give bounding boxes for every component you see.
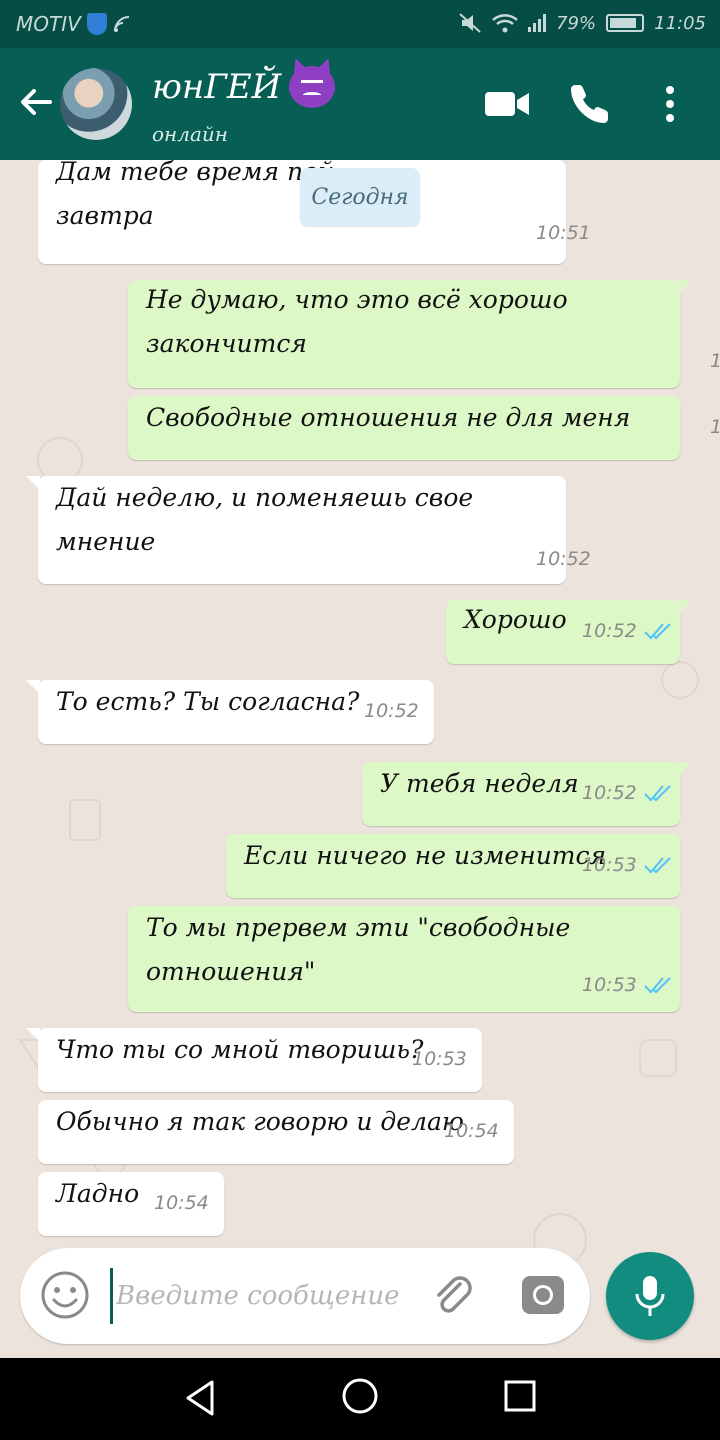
message-time: 10:53	[582, 974, 637, 996]
status-bar-right: 79% 11:05	[458, 12, 706, 34]
message-composer	[20, 1248, 590, 1344]
message-text: Дай неделю, и поменяешь свое	[56, 483, 474, 512]
message-time: 10:52	[536, 548, 591, 570]
contact-status: онлайн	[152, 122, 228, 146]
incoming-message[interactable]: Ладно 10:54	[38, 1172, 224, 1236]
chat-area[interactable]: Дам тебе время пой завтра 10:51 Не думаю, …	[0, 160, 720, 1360]
message-time: 10:54	[444, 1120, 499, 1142]
system-nav-bar	[0, 1358, 720, 1440]
contact-name[interactable]: юнГЕЙ	[152, 66, 336, 108]
incoming-message[interactable]: Дай неделю, и поменяешь свое мнение 10:52	[26, 476, 591, 584]
message-text: Дам тебе время пой	[56, 160, 335, 186]
message-time: 10:53	[582, 854, 637, 876]
message-text: Ладно	[56, 1179, 140, 1208]
message-time: 10:54	[154, 1192, 209, 1214]
message-text: Хорошо	[464, 605, 567, 634]
message-time: 10:51	[710, 416, 720, 438]
incoming-message[interactable]: То есть? Ты согласна? 10:52	[26, 680, 434, 744]
read-ticks-icon	[644, 785, 671, 802]
mute-icon	[459, 13, 481, 33]
message-time: 10:52	[364, 700, 419, 722]
message-text: Обычно я так говорю и делаю	[56, 1107, 464, 1136]
more-vertical-icon[interactable]	[660, 84, 680, 124]
message-text: закончится	[146, 329, 307, 358]
carrier-name: MOTIV	[16, 12, 81, 36]
devil-emoji-icon	[289, 66, 336, 108]
video-call-icon[interactable]	[484, 88, 530, 120]
read-ticks-icon	[644, 623, 671, 640]
mic-icon	[635, 1276, 665, 1316]
battery-icon	[606, 14, 645, 32]
outgoing-message[interactable]: Если ничего не изменится 10:53	[226, 834, 680, 898]
outgoing-message[interactable]: Свободные отношения не для меня 10:51	[128, 396, 720, 460]
text-cursor	[110, 1268, 113, 1324]
date-chip: Сегодня	[300, 168, 420, 226]
battery-percent: 79%	[556, 12, 597, 34]
camera-icon[interactable]	[520, 1274, 566, 1316]
nav-back-icon[interactable]	[182, 1378, 218, 1418]
outgoing-message[interactable]: То мы прервем эти "свободные отношения" 10…	[128, 906, 680, 1012]
wifi-calling-icon	[113, 16, 129, 32]
message-time: 10:53	[412, 1048, 467, 1070]
wifi-icon	[492, 14, 518, 33]
nav-home-icon[interactable]	[340, 1376, 380, 1416]
message-text: То есть? Ты согласна?	[56, 687, 360, 716]
message-time: 10:51	[710, 350, 720, 372]
read-ticks-icon	[644, 857, 671, 874]
contact-name-text: юнГЕЙ	[152, 67, 282, 107]
chat-header: юнГЕЙ онлайн	[0, 48, 720, 160]
message-time: 10:52	[582, 782, 637, 804]
outgoing-message[interactable]: Не думаю, что это всё хорошо закончится 10…	[128, 280, 720, 388]
shield-icon	[86, 13, 107, 35]
incoming-message[interactable]: Что ты со мной творишь? 10:53	[26, 1028, 482, 1092]
message-text: завтра	[56, 201, 154, 230]
message-text: Не думаю, что это всё хорошо	[146, 285, 568, 314]
avatar[interactable]	[60, 68, 132, 140]
incoming-message[interactable]: Обычно я так говорю и делаю 10:54	[38, 1100, 514, 1164]
nav-recent-apps-icon[interactable]	[504, 1380, 536, 1412]
message-text: Если ничего не изменится	[244, 841, 607, 870]
phone-icon[interactable]	[570, 82, 612, 124]
mic-button[interactable]	[606, 1252, 694, 1340]
emoji-icon[interactable]	[40, 1270, 90, 1320]
back-arrow-icon[interactable]	[16, 82, 56, 122]
message-text: отношения"	[146, 957, 316, 986]
read-ticks-icon	[644, 977, 671, 994]
message-time: 10:52	[582, 620, 637, 642]
message-text: мнение	[56, 527, 156, 556]
message-text: Что ты со мной творишь?	[56, 1035, 424, 1064]
status-bar: MOTIV 79% 11:05	[0, 0, 720, 48]
message-text: То мы прервем эти "свободные	[146, 913, 571, 942]
message-time: 10:51	[536, 222, 591, 244]
message-text: Свободные отношения не для меня	[146, 403, 631, 432]
message-text: У тебя неделя	[380, 769, 579, 798]
status-bar-left: MOTIV	[16, 12, 131, 36]
attach-icon[interactable]	[430, 1272, 478, 1320]
clock: 11:05	[654, 12, 706, 34]
message-input[interactable]	[116, 1274, 416, 1318]
signal-icon	[528, 14, 547, 32]
outgoing-message[interactable]: У тебя неделя 10:52	[362, 762, 692, 826]
outgoing-message[interactable]: Хорошо 10:52	[446, 600, 692, 664]
